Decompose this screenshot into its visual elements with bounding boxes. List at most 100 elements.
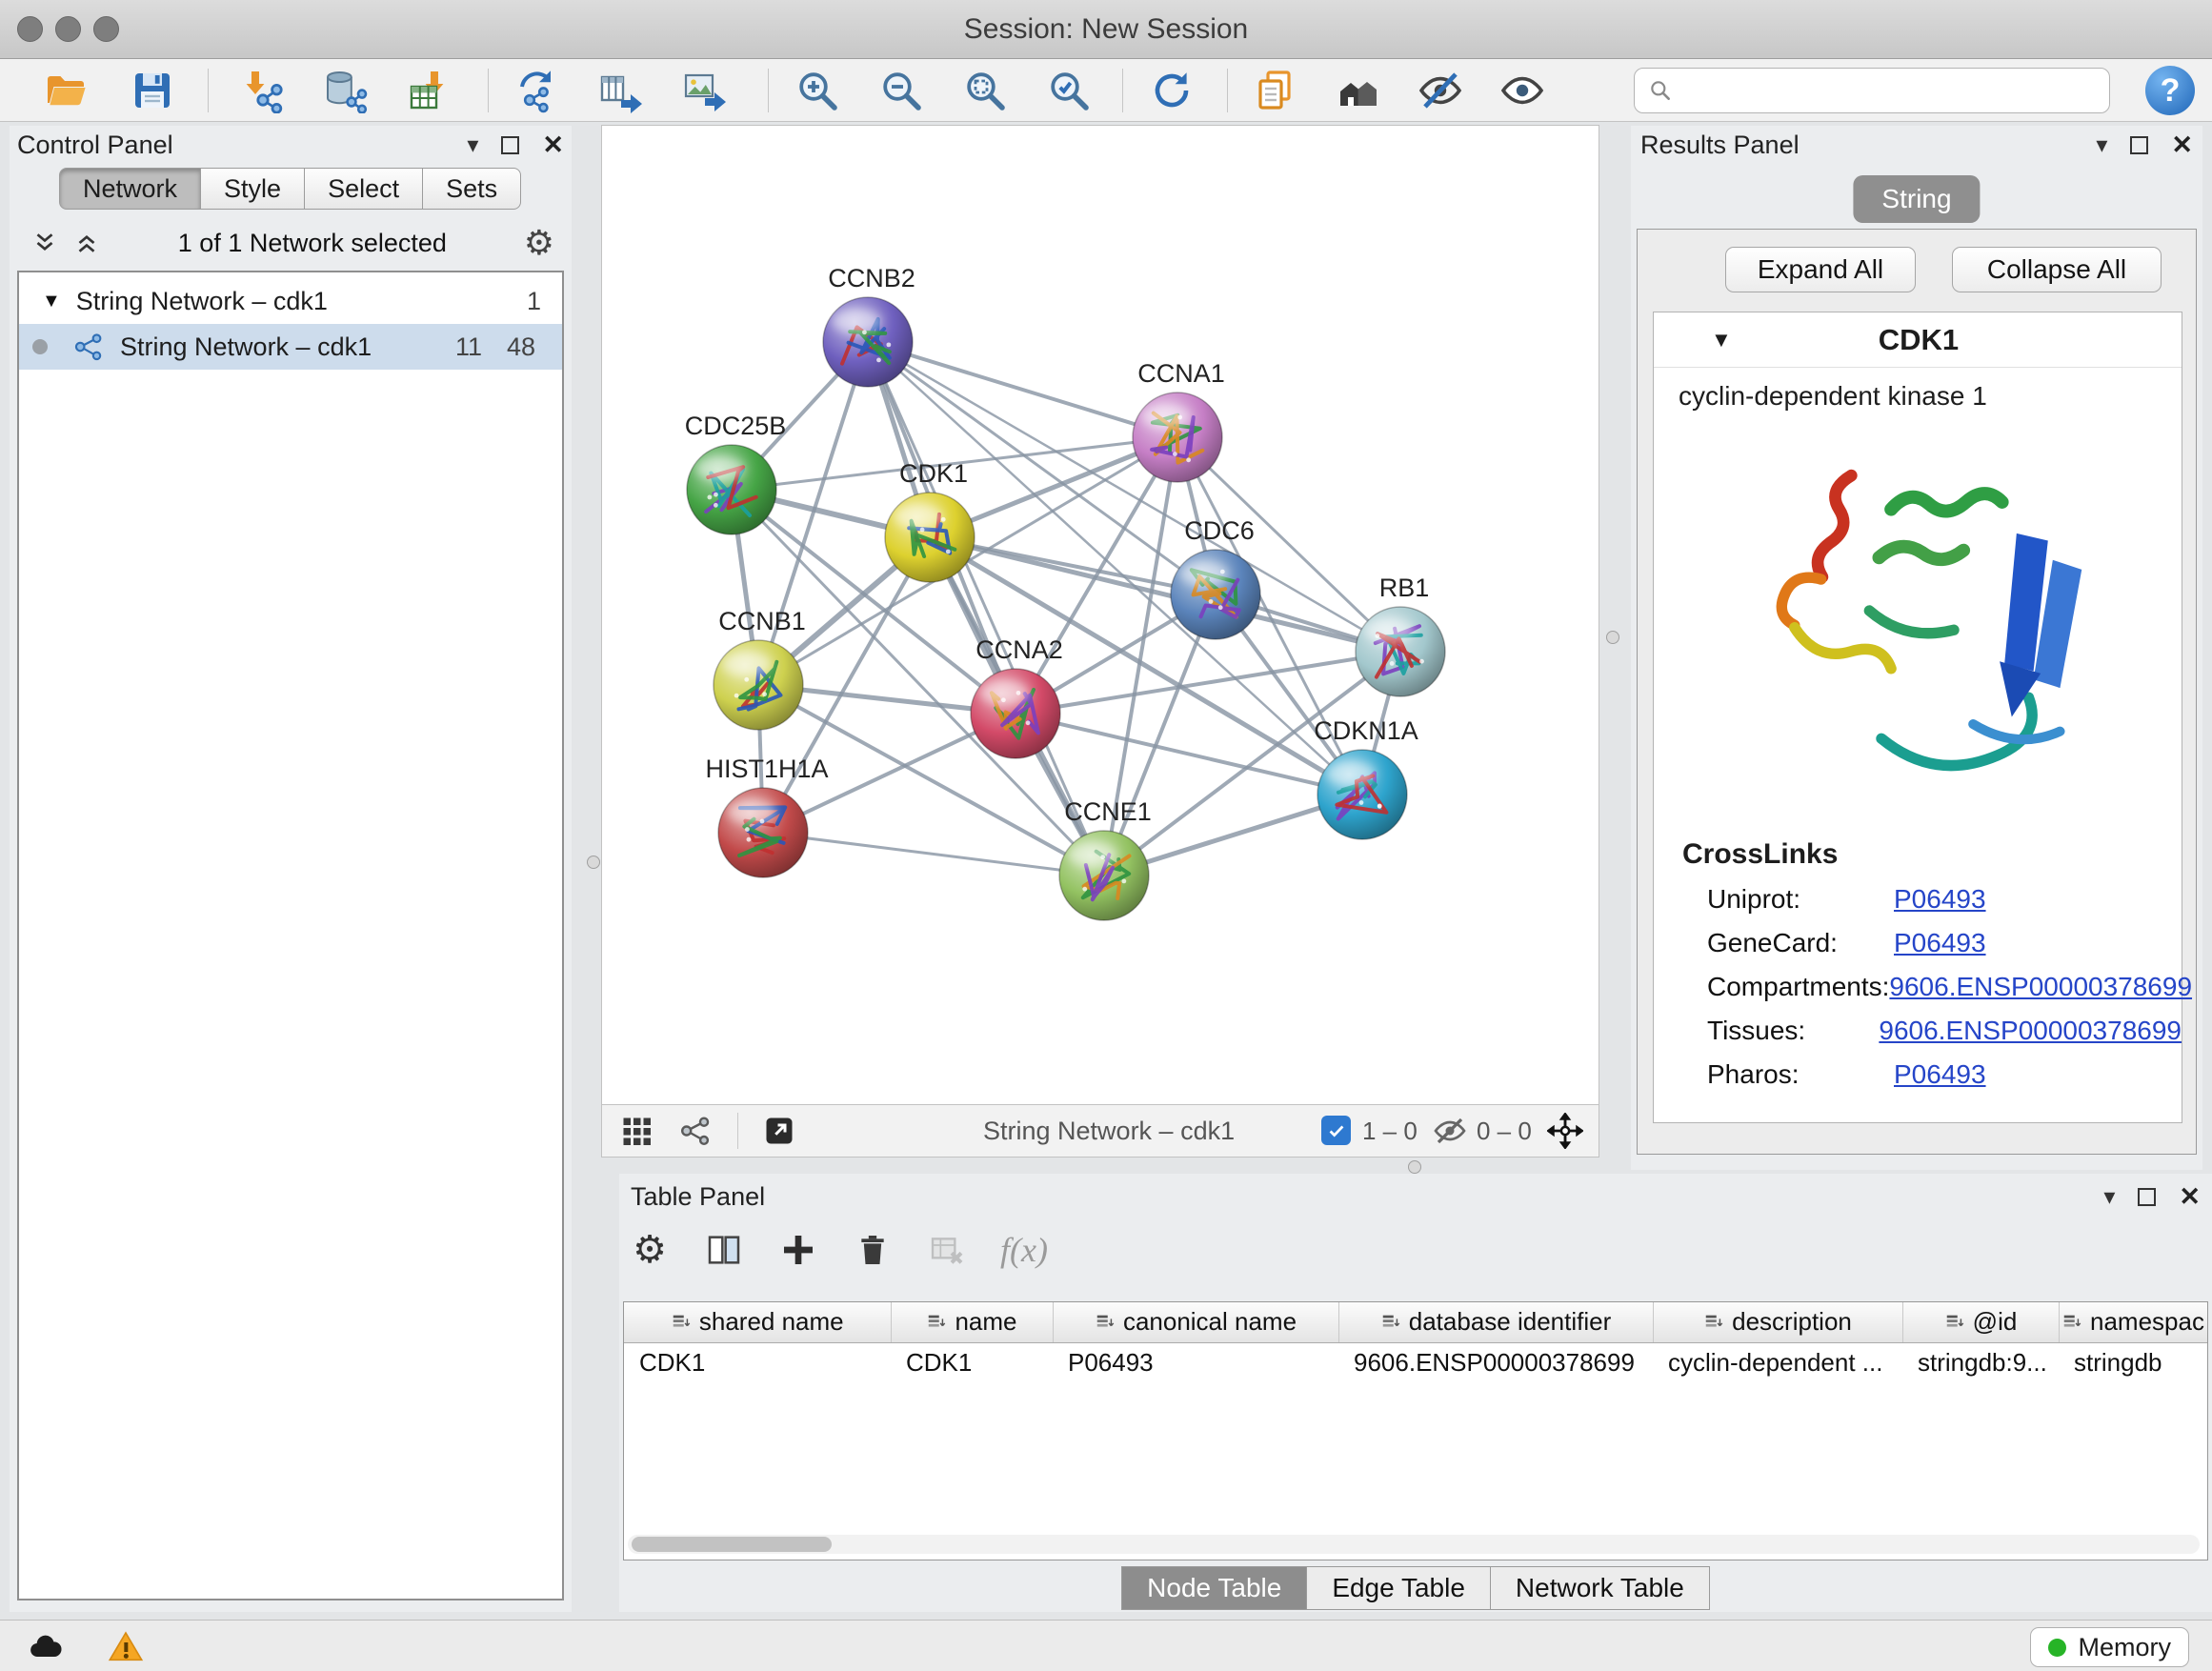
window-title-bar: Session: New Session xyxy=(0,0,2212,59)
import-network-from-database-icon[interactable] xyxy=(320,66,370,115)
crosslink-genecard[interactable]: P06493 xyxy=(1894,928,1986,958)
cell-namespace: stringdb xyxy=(2059,1342,2207,1382)
network-collection-row[interactable]: ▼ String Network – cdk1 1 xyxy=(19,278,562,324)
expand-all-networks-icon[interactable] xyxy=(30,229,59,257)
crosslink-tissues[interactable]: 9606.ENSP00000378699 xyxy=(1879,1016,2182,1046)
crosslink-pharos[interactable]: P06493 xyxy=(1894,1059,1986,1090)
node-label-CDKN1A: CDKN1A xyxy=(1314,716,1418,745)
column-header-icon xyxy=(2061,1312,2082,1333)
float-panel-icon[interactable] xyxy=(2138,1188,2156,1206)
close-panel-icon[interactable]: ✕ xyxy=(542,131,564,160)
collapse-all-networks-icon[interactable] xyxy=(72,229,101,257)
column-header[interactable]: shared name xyxy=(624,1302,891,1342)
cloud-icon[interactable] xyxy=(27,1628,65,1666)
results-panel-title: Results Panel xyxy=(1640,131,1800,160)
tab-network[interactable]: Network xyxy=(59,168,201,210)
detach-view-icon[interactable] xyxy=(762,1114,796,1148)
column-header[interactable]: database identifier xyxy=(1338,1302,1653,1342)
tab-node-table[interactable]: Node Table xyxy=(1121,1566,1307,1610)
import-network-from-file-icon[interactable] xyxy=(236,66,286,115)
save-session-icon[interactable] xyxy=(128,66,177,115)
column-header[interactable]: @id xyxy=(1902,1302,2059,1342)
table-options-gear-icon[interactable]: ⚙ xyxy=(629,1229,671,1271)
crosslink-compartments[interactable]: 9606.ENSP00000378699 xyxy=(1889,972,2192,1002)
network-edge[interactable] xyxy=(763,833,1104,876)
crosslink-uniprot[interactable]: P06493 xyxy=(1894,884,1986,915)
collapse-panel-icon[interactable]: ▾ xyxy=(2096,131,2107,159)
cell-description: cyclin-dependent ... xyxy=(1653,1342,1902,1382)
splitter-handle[interactable] xyxy=(1408,1160,1421,1174)
float-panel-icon[interactable] xyxy=(2130,136,2148,154)
export-table-icon[interactable] xyxy=(596,66,646,115)
network-collection-label: String Network – cdk1 xyxy=(76,287,328,316)
tab-edge-table[interactable]: Edge Table xyxy=(1307,1566,1491,1610)
zoom-fit-content-icon[interactable] xyxy=(960,66,1010,115)
zoom-selected-icon[interactable] xyxy=(1044,66,1094,115)
create-column-icon[interactable] xyxy=(777,1229,819,1271)
apply-layout-icon[interactable] xyxy=(1147,66,1196,115)
splitter-handle[interactable] xyxy=(1606,631,1619,644)
tree-caret-icon[interactable]: ▼ xyxy=(42,291,61,312)
network-row[interactable]: String Network – cdk1 11 48 xyxy=(19,324,562,370)
tab-network-table[interactable]: Network Table xyxy=(1491,1566,1710,1610)
home-icon[interactable] xyxy=(1334,66,1383,115)
show-columns-icon[interactable] xyxy=(703,1229,745,1271)
new-network-icon[interactable] xyxy=(513,66,562,115)
column-header[interactable]: name xyxy=(891,1302,1053,1342)
float-panel-icon[interactable] xyxy=(501,136,519,154)
horizontal-scrollbar[interactable] xyxy=(628,1535,2200,1554)
import-table-from-file-icon[interactable] xyxy=(406,66,455,115)
collapse-section-icon[interactable]: ▼ xyxy=(1711,328,1732,352)
close-panel-icon[interactable]: ✕ xyxy=(2179,1182,2201,1212)
delete-table-icon[interactable] xyxy=(926,1229,968,1271)
node-count: 11 xyxy=(455,332,482,362)
tab-string[interactable]: String xyxy=(1853,175,1980,223)
node-table: shared name name canonical name database… xyxy=(623,1301,2208,1560)
network-edge[interactable] xyxy=(868,342,1177,437)
export-image-icon[interactable] xyxy=(680,66,730,115)
collapse-panel-icon[interactable]: ▾ xyxy=(2103,1183,2115,1211)
selected-nodes-checkbox[interactable] xyxy=(1321,1116,1351,1145)
tab-sets[interactable]: Sets xyxy=(423,168,521,210)
network-options-gear-icon[interactable]: ⚙ xyxy=(524,223,554,263)
zoom-in-icon[interactable] xyxy=(793,66,842,115)
node-label-RB1: RB1 xyxy=(1379,574,1430,602)
apply-function-icon[interactable]: f(x) xyxy=(1000,1230,1048,1270)
splitter-handle[interactable] xyxy=(587,856,600,869)
close-panel-icon[interactable]: ✕ xyxy=(2171,131,2193,160)
open-session-icon[interactable] xyxy=(42,66,91,115)
cell-id: stringdb:9... xyxy=(1902,1342,2059,1382)
column-header[interactable]: canonical name xyxy=(1053,1302,1338,1342)
tab-select[interactable]: Select xyxy=(305,168,423,210)
memory-button[interactable]: Memory xyxy=(2030,1627,2189,1667)
column-header[interactable]: namespac xyxy=(2059,1302,2207,1342)
hide-graphics-details-icon[interactable] xyxy=(1416,66,1465,115)
show-graphics-details-icon[interactable] xyxy=(1498,66,1547,115)
network-view-canvas[interactable]: CCNB2CCNA1CDC25BCDK1CDC6RB1CCNB1CCNA2CDK… xyxy=(602,126,1599,1105)
zoom-out-icon[interactable] xyxy=(876,66,926,115)
column-header-icon xyxy=(1703,1312,1724,1333)
network-view-icon[interactable] xyxy=(678,1114,713,1148)
selected-count: 1 – 0 xyxy=(1362,1117,1418,1146)
collapse-all-button[interactable]: Collapse All xyxy=(1952,247,2162,292)
column-header[interactable]: description xyxy=(1653,1302,1902,1342)
pan-crosshair-icon[interactable] xyxy=(1547,1113,1583,1149)
expand-all-button[interactable]: Expand All xyxy=(1725,247,1916,292)
scrollbar-thumb[interactable] xyxy=(632,1537,832,1552)
warning-icon[interactable] xyxy=(107,1628,145,1666)
network-edge[interactable] xyxy=(868,342,1104,876)
hidden-eye-icon[interactable] xyxy=(1433,1114,1467,1148)
protein-structure-image xyxy=(1737,429,2099,829)
search-input[interactable] xyxy=(1682,76,2096,106)
grid-view-icon[interactable] xyxy=(619,1114,654,1148)
table-row[interactable]: CDK1 CDK1 P06493 9606.ENSP00000378699 cy… xyxy=(624,1342,2207,1382)
crosslink-label: Uniprot: xyxy=(1707,884,1894,915)
protein-detail-card: ▼ CDK1 cyclin-dependent kinase 1 xyxy=(1653,312,2182,1123)
delete-column-icon[interactable] xyxy=(852,1229,894,1271)
collapse-panel-icon[interactable]: ▾ xyxy=(467,131,478,159)
tab-style[interactable]: Style xyxy=(201,168,305,210)
network-edge[interactable] xyxy=(930,537,1400,652)
cell-shared-name: CDK1 xyxy=(624,1342,891,1382)
help-icon[interactable]: ? xyxy=(2145,66,2195,115)
duplicate-document-icon[interactable] xyxy=(1250,66,1299,115)
